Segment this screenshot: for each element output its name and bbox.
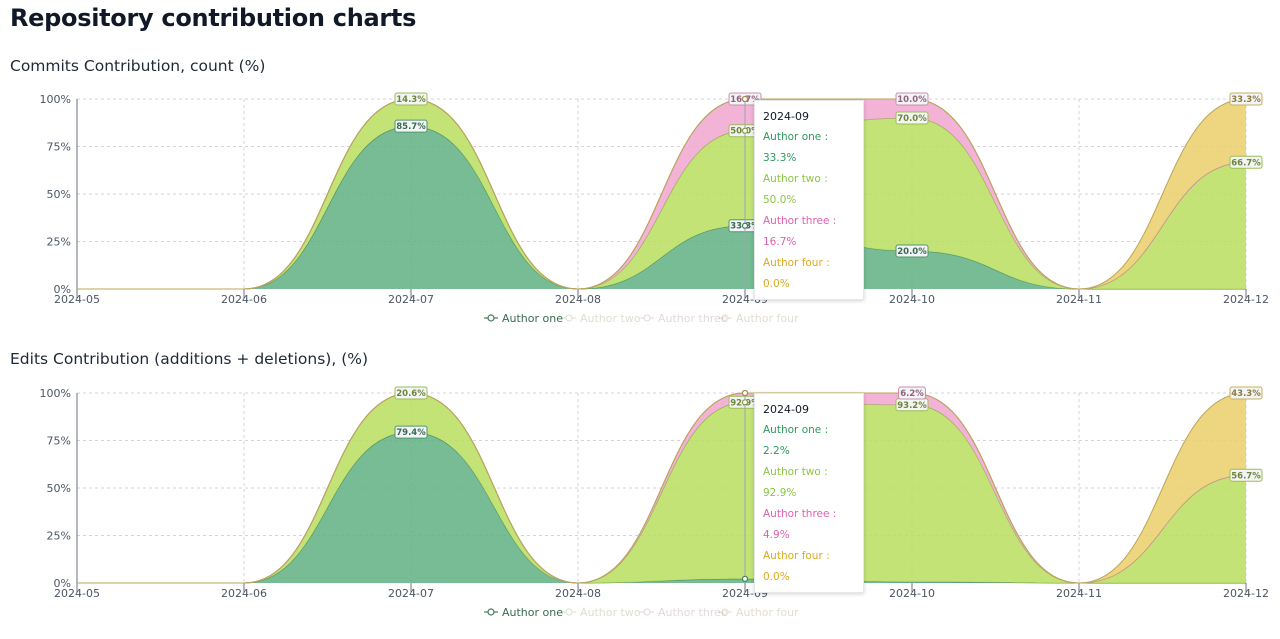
commits-chart-title: Commits Contribution, count (%) <box>10 57 266 75</box>
hover-marker-author-four <box>741 389 749 397</box>
data-label-author-three: 6.2% <box>898 386 926 400</box>
legend-item-author-four[interactable]: Author four <box>718 312 799 325</box>
svg-text:14.3%: 14.3% <box>396 95 426 105</box>
legend-marker <box>721 608 729 616</box>
x-tick-label: 2024-08 <box>555 293 601 306</box>
legend-label: Author two <box>580 312 641 325</box>
legend-label: Author one <box>502 312 563 325</box>
tooltip-row-author-one: Author one : 2.2% <box>763 424 829 457</box>
svg-text:56.7%: 56.7% <box>1231 471 1261 481</box>
data-label-author-two: 66.7% <box>1229 155 1263 169</box>
legend-marker <box>565 314 573 322</box>
data-label-author-three: 10.0% <box>895 92 929 106</box>
hover-marker-author-one <box>741 222 749 229</box>
x-tick-label: 2024-10 <box>889 587 935 600</box>
commits-chart-tooltip: 2024-09 Author one : 33.3% Author two : … <box>754 100 864 300</box>
legend-label: Author three <box>658 312 728 325</box>
data-label-author-two: 70.0% <box>895 111 929 125</box>
legend-label: Author two <box>580 606 641 619</box>
legend-marker <box>721 314 729 322</box>
y-tick-label: 100% <box>40 93 71 106</box>
hover-marker-author-one <box>741 575 749 582</box>
legend-label: Author four <box>736 606 799 619</box>
legend-item-author-two[interactable]: Author two <box>562 312 641 325</box>
svg-text:6.2%: 6.2% <box>900 389 924 399</box>
x-tick-label: 2024-12 <box>1223 293 1269 306</box>
data-label-author-two: 14.3% <box>394 92 428 106</box>
legend: Author one Author two Author three Author f… <box>484 606 799 619</box>
data-label-author-two: 56.7% <box>1229 468 1263 482</box>
svg-text:33.3%: 33.3% <box>1231 95 1261 105</box>
tooltip-row-author-three: Author three : 16.7% <box>763 215 837 248</box>
legend-item-author-three[interactable]: Author three <box>640 606 728 619</box>
x-tick-label: 2024-05 <box>54 293 100 306</box>
legend-marker <box>565 608 573 616</box>
data-label-author-one: 85.7% <box>394 119 428 133</box>
y-tick-label: 100% <box>40 387 71 400</box>
y-tick-label: 75% <box>47 435 71 448</box>
tooltip-row-author-four: Author four : 0.0% <box>763 550 830 583</box>
tooltip-row-author-four: Author four : 0.0% <box>763 257 830 290</box>
x-tick-label: 2024-06 <box>221 587 267 600</box>
legend-marker <box>643 608 651 616</box>
svg-text:70.0%: 70.0% <box>897 114 927 124</box>
legend-marker <box>487 608 495 616</box>
edits-contribution-chart[interactable]: 0%25%50%75%100%2024-05 2024-06 2024-07 2024… <box>0 374 1280 634</box>
x-tick-label: 2024-07 <box>388 293 434 306</box>
x-tick-label: 2024-11 <box>1056 587 1102 600</box>
tooltip-title: 2024-09 <box>763 403 809 416</box>
legend-item-author-two[interactable]: Author two <box>562 606 641 619</box>
svg-text:93.2%: 93.2% <box>897 401 927 411</box>
legend-marker <box>643 314 651 322</box>
y-tick-label: 50% <box>47 482 71 495</box>
tooltip-row-author-two: Author two : 92.9% <box>763 466 828 499</box>
data-label-author-four: 33.3% <box>1229 92 1263 106</box>
data-label-author-two: 20.6% <box>394 386 428 400</box>
svg-text:79.4%: 79.4% <box>396 428 426 438</box>
y-tick-label: 50% <box>47 188 71 201</box>
page-title: Repository contribution charts <box>10 4 417 32</box>
x-tick-label: 2024-10 <box>889 293 935 306</box>
x-tick-label: 2024-06 <box>221 293 267 306</box>
legend-item-author-three[interactable]: Author three <box>640 312 728 325</box>
tooltip-row-author-three: Author three : 4.9% <box>763 508 837 541</box>
y-tick-label: 75% <box>47 141 71 154</box>
y-tick-label: 25% <box>47 236 71 249</box>
y-tick-label: 25% <box>47 530 71 543</box>
data-label-author-one: 20.0% <box>895 244 929 258</box>
data-label-author-four: 43.3% <box>1229 386 1263 400</box>
x-tick-label: 2024-08 <box>555 587 601 600</box>
legend-label: Author one <box>502 606 563 619</box>
legend-item-author-four[interactable]: Author four <box>718 606 799 619</box>
data-label-author-two: 93.2% <box>895 398 929 412</box>
x-tick-label: 2024-11 <box>1056 293 1102 306</box>
legend-label: Author four <box>736 312 799 325</box>
svg-text:10.0%: 10.0% <box>897 95 927 105</box>
hover-marker-author-two <box>741 399 749 406</box>
legend-label: Author three <box>658 606 728 619</box>
svg-text:20.0%: 20.0% <box>897 247 927 257</box>
x-tick-label: 2024-12 <box>1223 587 1269 600</box>
hover-marker-author-four <box>741 95 749 103</box>
legend-marker <box>487 314 495 322</box>
data-label-author-one: 79.4% <box>394 425 428 439</box>
tooltip-title: 2024-09 <box>763 110 809 123</box>
svg-text:43.3%: 43.3% <box>1231 389 1261 399</box>
edits-chart-tooltip: 2024-09 Author one : 2.2% Author two : 9… <box>754 393 864 593</box>
tooltip-row-author-two: Author two : 50.0% <box>763 173 828 206</box>
x-tick-label: 2024-05 <box>54 587 100 600</box>
x-tick-label: 2024-07 <box>388 587 434 600</box>
svg-text:66.7%: 66.7% <box>1231 158 1261 168</box>
svg-text:20.6%: 20.6% <box>396 389 426 399</box>
legend-item-author-one[interactable]: Author one <box>484 312 563 325</box>
hover-marker-author-two <box>741 127 749 134</box>
legend: Author one Author two Author three Author f… <box>484 312 799 325</box>
tooltip-row-author-one: Author one : 33.3% <box>763 131 829 164</box>
edits-chart-title: Edits Contribution (additions + deletion… <box>10 350 369 368</box>
legend-item-author-one[interactable]: Author one <box>484 606 563 619</box>
commits-contribution-chart[interactable]: 0%25%50%75%100%2024-05 2024-06 2024-07 2024… <box>0 80 1280 340</box>
svg-text:85.7%: 85.7% <box>396 122 426 132</box>
